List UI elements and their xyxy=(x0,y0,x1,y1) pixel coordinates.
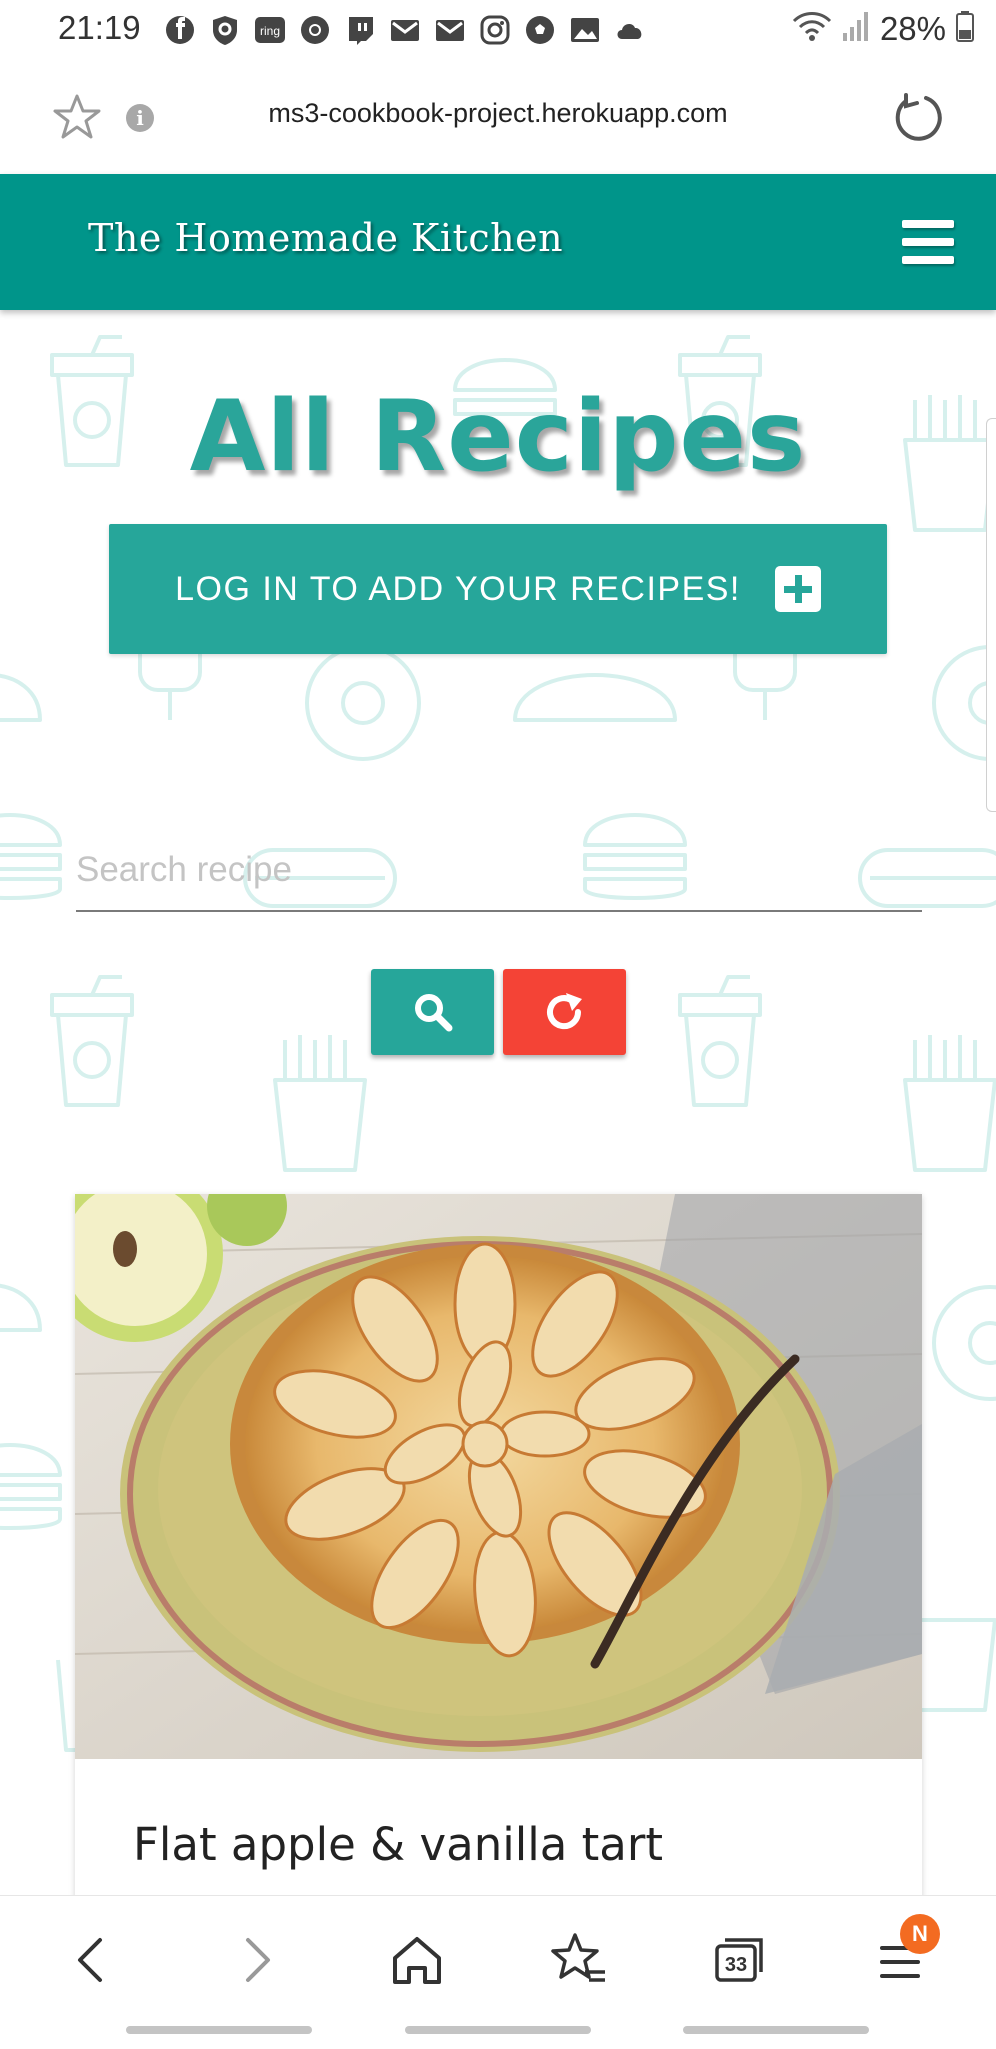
gesture-bar-right xyxy=(683,2026,869,2034)
menu-notification-badge: N xyxy=(900,1914,940,1954)
cloud-icon xyxy=(614,14,646,46)
main-content: All Recipes LOG IN TO ADD YOUR RECIPES! xyxy=(0,310,996,1914)
home-icon[interactable] xyxy=(387,1930,447,1990)
battery-percent: 28% xyxy=(879,9,946,47)
back-icon[interactable] xyxy=(62,1930,122,1990)
wifi-icon xyxy=(792,9,832,48)
browser-bottom-bar: 33 N xyxy=(0,1895,996,2049)
soccer-icon xyxy=(524,14,556,46)
reload-icon[interactable] xyxy=(892,92,944,144)
twitch-icon xyxy=(344,14,376,46)
forward-icon[interactable] xyxy=(226,1930,286,1990)
search-icon xyxy=(415,994,453,1032)
recipe-title[interactable]: Flat apple & vanilla tart xyxy=(133,1818,663,1871)
page-title: All Recipes xyxy=(189,380,807,494)
recipe-image[interactable] xyxy=(75,1194,922,1759)
status-right: 28% xyxy=(792,9,974,48)
gesture-bar-center xyxy=(405,2026,591,2034)
gallery-icon xyxy=(569,14,601,46)
ring-icon: ring xyxy=(254,14,286,46)
plus-square-icon xyxy=(774,566,821,612)
hamburger-menu-icon[interactable] xyxy=(902,220,954,264)
status-time: 21:19 xyxy=(58,9,141,46)
reset-search-button[interactable] xyxy=(503,969,626,1055)
chrome-icon xyxy=(299,14,331,46)
url-text[interactable]: ms3-cookbook-project.herokuapp.com xyxy=(0,98,996,129)
mail-icon xyxy=(389,14,421,46)
mail-icon xyxy=(434,14,466,46)
notification-icons: ring xyxy=(164,14,646,46)
facebook-icon xyxy=(164,14,196,46)
search-input[interactable] xyxy=(76,830,922,912)
browser-url-bar: i ms3-cookbook-project.herokuapp.com xyxy=(0,62,996,174)
gesture-bar-left xyxy=(126,2026,312,2034)
tab-count: 33 xyxy=(725,1954,747,1976)
login-button-label: LOG IN TO ADD YOUR RECIPES! xyxy=(175,569,741,608)
login-to-add-recipes-button[interactable]: LOG IN TO ADD YOUR RECIPES! xyxy=(109,524,887,654)
status-bar: 21:19 ring 28% xyxy=(0,0,996,62)
brand-logo[interactable]: The Homemade Kitchen xyxy=(88,216,563,260)
redo-icon xyxy=(547,993,582,1030)
page-scrollbar[interactable] xyxy=(986,418,996,812)
svg-text:ring: ring xyxy=(260,24,280,38)
instagram-icon xyxy=(479,14,511,46)
tabs-icon[interactable]: 33 xyxy=(711,1930,771,1990)
shield-icon xyxy=(209,14,241,46)
signal-icon xyxy=(842,9,870,48)
site-navbar: The Homemade Kitchen xyxy=(0,174,996,310)
battery-icon xyxy=(956,10,974,47)
recipe-card[interactable]: Flat apple & vanilla tart xyxy=(75,1194,922,1914)
bookmarks-icon[interactable] xyxy=(549,1930,609,1990)
search-button[interactable] xyxy=(371,969,494,1055)
